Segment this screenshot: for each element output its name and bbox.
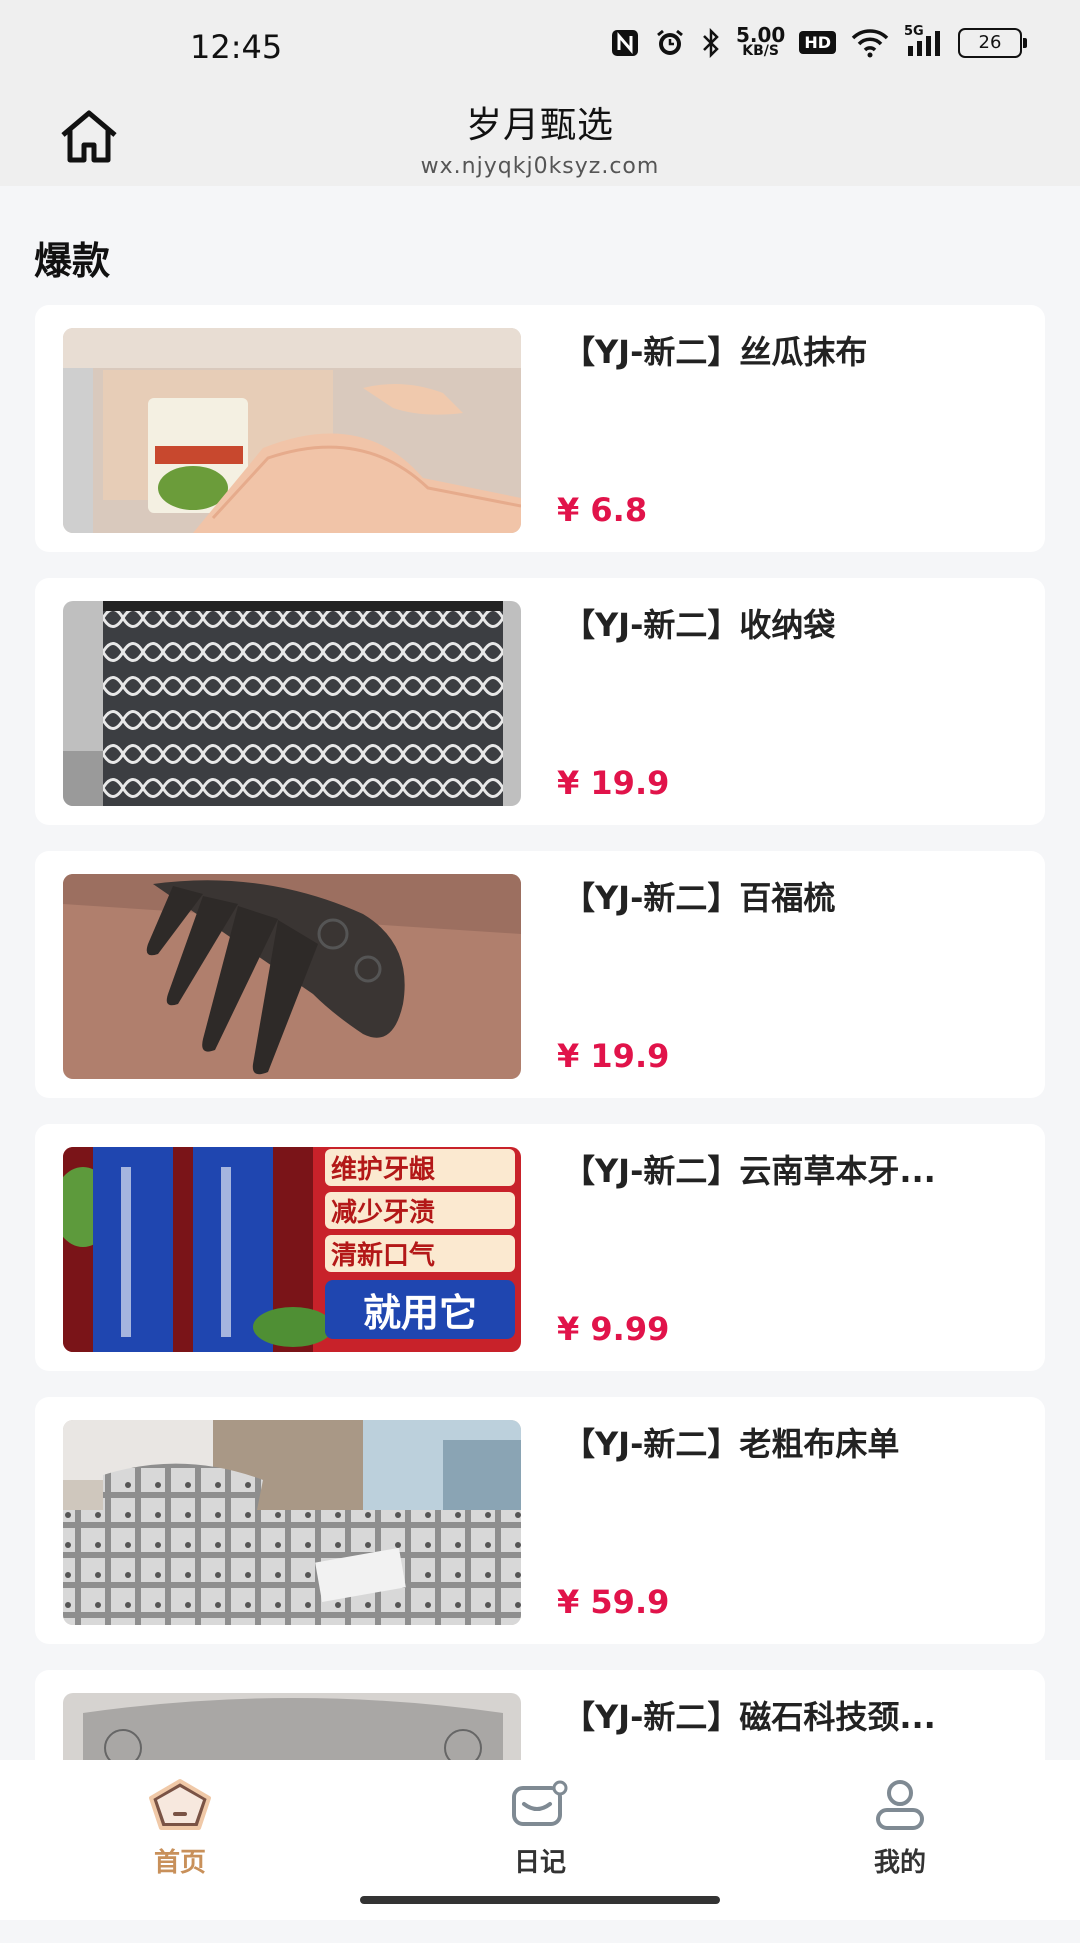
image-text-line: 维护牙龈 xyxy=(325,1149,515,1186)
home-pentagon-icon xyxy=(100,1776,260,1834)
speed-value: 5.00 xyxy=(735,23,786,47)
tab-label: 首页 xyxy=(153,1848,206,1878)
hd-badge: HD xyxy=(799,31,836,54)
product-price: ¥ 19.9 xyxy=(557,1037,670,1075)
status-icons: 5.00 KB/S HD 5G 26 xyxy=(610,23,1027,59)
image-text-line: 减少牙渍 xyxy=(325,1192,515,1229)
network-type: 5G xyxy=(904,23,924,39)
product-image xyxy=(63,1420,521,1625)
network-speed: 5.00 KB/S xyxy=(735,23,786,59)
profile-icon xyxy=(820,1776,980,1834)
image-text-overlay: 维护牙龈 减少牙渍 清新口气 就用它 xyxy=(325,1147,515,1339)
product-card[interactable]: 【YJ-新二】老粗布床单 ¥ 59.9 xyxy=(35,1397,1045,1644)
speed-unit: KB/S xyxy=(742,43,779,59)
wifi-icon xyxy=(850,28,890,58)
product-image: 维护牙龈 减少牙渍 清新口气 就用它 xyxy=(63,1147,521,1352)
home-indicator[interactable] xyxy=(360,1896,720,1904)
title-wrap: 岁月甄选 wx.njyqkj0ksyz.com xyxy=(0,96,1080,179)
product-card[interactable]: 【YJ-新二】百福梳 ¥ 19.9 xyxy=(35,851,1045,1098)
product-image xyxy=(63,328,521,533)
image-text-line: 清新口气 xyxy=(325,1235,515,1272)
page-url: wx.njyqkj0ksyz.com xyxy=(420,154,660,179)
app-header: 岁月甄选 wx.njyqkj0ksyz.com xyxy=(0,96,1080,186)
product-card[interactable]: 【YJ-新二】丝瓜抹布 ¥ 6.8 xyxy=(35,305,1045,552)
signal-icon: 5G xyxy=(904,24,944,58)
nfc-icon xyxy=(610,28,640,58)
tab-diary[interactable]: 日记 xyxy=(460,1776,620,1886)
tab-label: 我的 xyxy=(873,1848,926,1878)
tab-profile[interactable]: 我的 xyxy=(820,1776,980,1886)
status-time: 12:45 xyxy=(190,28,283,66)
product-card[interactable]: 【YJ-新二】收纳袋 ¥ 19.9 xyxy=(35,578,1045,825)
product-title: 【YJ-新二】老粗布床单 xyxy=(563,1425,900,1463)
status-bar: 12:45 5.00 KB/S HD 5G 26 xyxy=(0,0,1080,96)
product-title: 【YJ-新二】百福梳 xyxy=(563,879,836,917)
battery-icon: 26 xyxy=(958,27,1027,58)
product-image xyxy=(63,601,521,806)
product-title: 【YJ-新二】云南草本牙... xyxy=(563,1152,936,1190)
bluetooth-icon xyxy=(700,27,722,58)
image-text-line: 就用它 xyxy=(325,1280,515,1339)
product-price: ¥ 9.99 xyxy=(557,1310,670,1348)
diary-icon xyxy=(460,1776,620,1834)
product-title: 【YJ-新二】磁石科技颈... xyxy=(563,1698,936,1736)
product-card[interactable]: 维护牙龈 减少牙渍 清新口气 就用它 【YJ-新二】云南草本牙... ¥ 9.9… xyxy=(35,1124,1045,1371)
product-list: 【YJ-新二】丝瓜抹布 ¥ 6.8 【YJ-新二】收纳袋 ¥ 19.9 【YJ-… xyxy=(35,305,1045,1943)
product-title: 【YJ-新二】丝瓜抹布 xyxy=(563,333,868,371)
product-title: 【YJ-新二】收纳袋 xyxy=(563,606,836,644)
tab-home[interactable]: 首页 xyxy=(100,1776,260,1886)
tab-label: 日记 xyxy=(513,1848,566,1878)
page-title: 岁月甄选 xyxy=(465,105,614,146)
product-price: ¥ 6.8 xyxy=(557,491,648,529)
product-price: ¥ 19.9 xyxy=(557,764,670,802)
product-image xyxy=(63,874,521,1079)
section-title: 爆款 xyxy=(34,239,111,283)
alarm-icon xyxy=(654,27,686,59)
product-price: ¥ 59.9 xyxy=(557,1583,670,1621)
